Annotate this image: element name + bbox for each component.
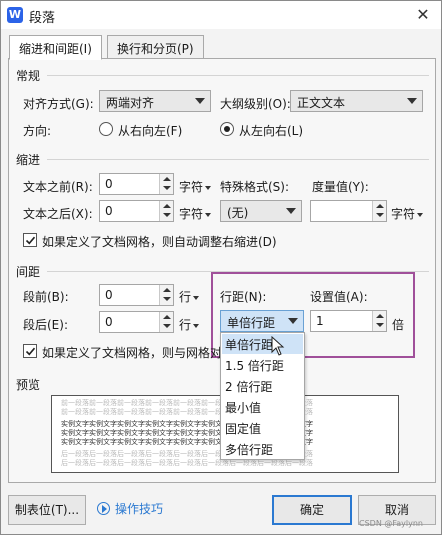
watermark: CSDN @Faylynn xyxy=(359,519,423,528)
spinner-buttons[interactable] xyxy=(159,312,173,332)
indent-after-spinner[interactable]: 0 xyxy=(99,200,174,222)
indent-before-unit-text: 字符 xyxy=(179,180,204,194)
arrow-up-icon xyxy=(163,315,171,319)
spinner-buttons[interactable] xyxy=(159,285,173,305)
spacing-grid-label[interactable]: 如果定义了文档网格，则与网格对 xyxy=(42,344,222,361)
space-after-spinner[interactable]: 0 xyxy=(99,311,174,333)
indent-before-spinner[interactable]: 0 xyxy=(99,173,174,195)
option-single[interactable]: 单倍行距 xyxy=(222,334,303,354)
play-icon xyxy=(97,502,110,515)
special-format-select[interactable]: (无) xyxy=(220,200,302,222)
indent-before-label: 文本之前(R): xyxy=(23,180,93,194)
indent-before-unit[interactable]: 字符 xyxy=(179,178,212,195)
tips-link[interactable]: 操作技巧 xyxy=(97,500,163,517)
special-format-value: (无) xyxy=(227,206,249,220)
direction-label: 方向: xyxy=(23,124,52,138)
measure-unit-text: 字符 xyxy=(391,207,416,221)
arrow-down-icon xyxy=(163,213,171,217)
chevron-down-icon xyxy=(195,98,205,104)
option-at-least[interactable]: 最小值 xyxy=(222,397,303,417)
indent-grid-label[interactable]: 如果定义了文档网格，则自动调整右缩进(D) xyxy=(42,233,277,250)
arrow-up-icon xyxy=(376,204,384,208)
option-double[interactable]: 2 倍行距 xyxy=(222,376,303,396)
spacing-section-title: 间距 xyxy=(16,265,41,279)
spacing-grid-checkbox[interactable] xyxy=(23,344,37,358)
space-before-unit-text: 行 xyxy=(179,290,192,304)
caret-down-icon xyxy=(193,295,200,300)
checkmark-icon xyxy=(25,236,36,245)
tips-link-text: 操作技巧 xyxy=(115,502,164,516)
tab-line-page-breaks[interactable]: 换行和分页(P) xyxy=(107,35,204,59)
spinner-buttons[interactable] xyxy=(372,201,386,221)
tab-stops-button[interactable]: 制表位(T)... xyxy=(8,495,86,525)
line-spacing-dropdown: 单倍行距 1.5 倍行距 2 倍行距 最小值 固定值 多倍行距 xyxy=(220,332,305,460)
arrow-down-icon xyxy=(163,297,171,301)
option-multiple[interactable]: 多倍行距 xyxy=(222,439,303,459)
indent-after-unit[interactable]: 字符 xyxy=(179,205,212,222)
divider xyxy=(47,159,429,160)
arrow-up-icon xyxy=(163,288,171,292)
alignment-value: 两端对齐 xyxy=(106,96,155,110)
caret-down-icon xyxy=(193,323,200,328)
ltr-radio[interactable] xyxy=(220,122,234,136)
caret-down-icon xyxy=(417,212,424,217)
indent-after-value: 0 xyxy=(105,204,113,218)
space-after-value: 0 xyxy=(105,315,113,329)
ok-button[interactable]: 确定 xyxy=(272,495,352,525)
alignment-label: 对齐方式(G): xyxy=(23,97,94,111)
arrow-up-icon xyxy=(163,204,171,208)
space-before-label: 段前(B): xyxy=(23,290,69,304)
arrow-down-icon xyxy=(163,186,171,190)
space-after-unit[interactable]: 行 xyxy=(179,316,200,333)
option-exactly[interactable]: 固定值 xyxy=(222,418,303,438)
caret-down-icon xyxy=(205,212,212,217)
indent-after-unit-text: 字符 xyxy=(179,207,204,221)
outline-level-label: 大纲级别(O): xyxy=(220,97,291,111)
option-1-5[interactable]: 1.5 倍行距 xyxy=(222,355,303,375)
space-before-unit[interactable]: 行 xyxy=(179,288,200,305)
spinner-buttons[interactable] xyxy=(159,201,173,221)
measure-unit[interactable]: 字符 xyxy=(391,205,424,222)
ltr-label[interactable]: 从左向右(L) xyxy=(239,122,303,139)
dialog-title: 段落 xyxy=(29,11,56,26)
spinner-buttons[interactable] xyxy=(159,174,173,194)
rtl-label[interactable]: 从右向左(F) xyxy=(118,122,182,139)
mouse-cursor-icon xyxy=(271,336,285,356)
general-section-title: 常规 xyxy=(16,69,41,83)
paragraph-dialog: W 段落 ✕ 缩进和间距(I) 换行和分页(P) 常规 对齐方式(G): 两端对… xyxy=(0,0,442,535)
checkmark-icon xyxy=(25,347,36,356)
measure-spinner[interactable] xyxy=(310,200,387,222)
arrow-up-icon xyxy=(163,177,171,181)
outline-level-select[interactable]: 正文文本 xyxy=(290,90,423,112)
measure-label: 度量值(Y): xyxy=(312,180,369,194)
outline-level-value: 正文文本 xyxy=(297,96,346,110)
space-before-value: 0 xyxy=(105,288,113,302)
indent-before-value: 0 xyxy=(105,177,113,191)
space-before-spinner[interactable]: 0 xyxy=(99,284,174,306)
indent-after-label: 文本之后(X): xyxy=(23,207,93,221)
indent-section-title: 缩进 xyxy=(16,153,41,167)
alignment-select[interactable]: 两端对齐 xyxy=(99,90,211,112)
tab-indent-spacing[interactable]: 缩进和间距(I) xyxy=(9,35,102,60)
space-after-unit-text: 行 xyxy=(179,318,192,332)
divider xyxy=(47,75,429,76)
title-bar: W 段落 ✕ xyxy=(1,1,441,29)
space-after-label: 段后(E): xyxy=(23,318,68,332)
caret-down-icon xyxy=(205,185,212,190)
chevron-down-icon xyxy=(286,208,296,214)
close-icon[interactable]: ✕ xyxy=(413,5,433,25)
preview-section-title: 预览 xyxy=(16,378,41,392)
wps-writer-icon: W xyxy=(7,7,23,23)
preview-next-line: 后一段落后一段落后一段落后一段落后一段落后一段落后一段落后一段落后一段落 xyxy=(61,459,313,467)
indent-grid-checkbox[interactable] xyxy=(23,233,37,247)
rtl-radio[interactable] xyxy=(99,122,113,136)
chevron-down-icon xyxy=(407,98,417,104)
arrow-down-icon xyxy=(376,213,384,217)
arrow-down-icon xyxy=(163,324,171,328)
special-format-label: 特殊格式(S): xyxy=(220,180,290,194)
